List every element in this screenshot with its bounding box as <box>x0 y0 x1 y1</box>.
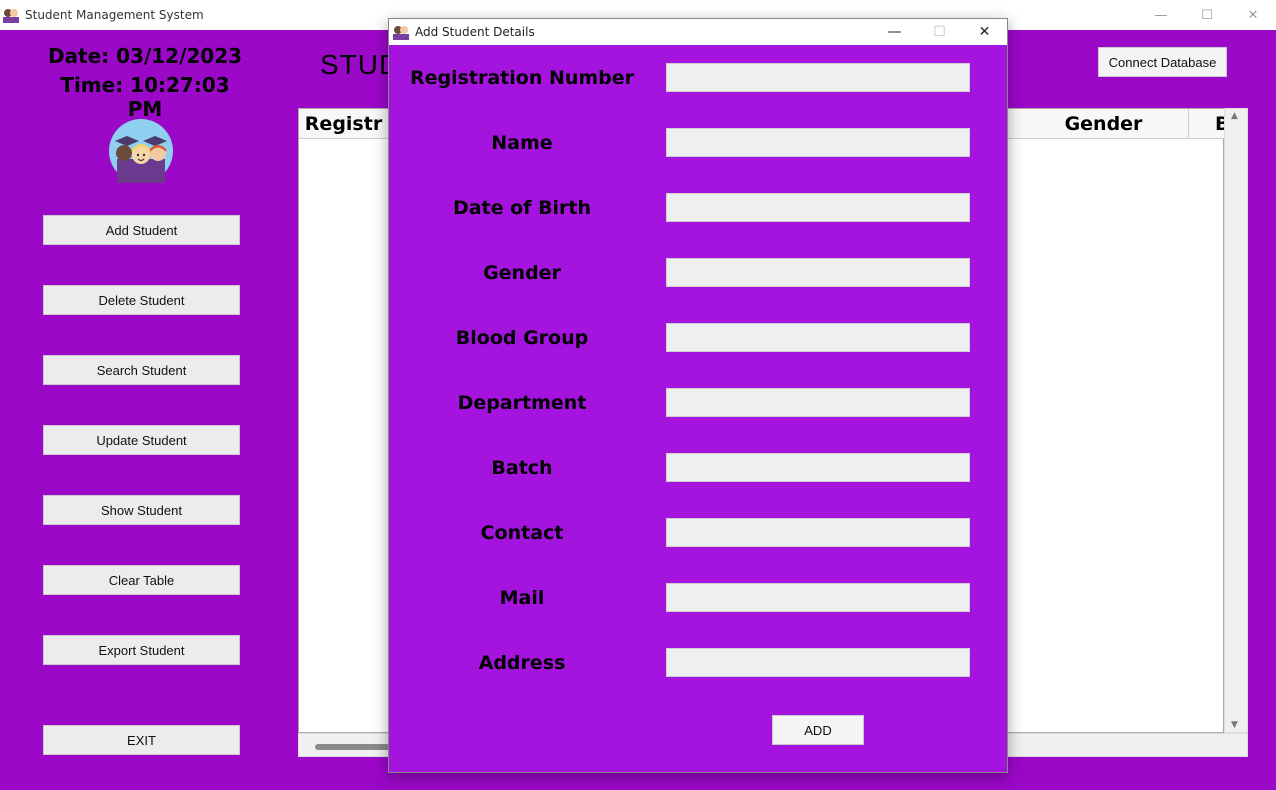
date-label: Date: 03/12/2023 <box>47 44 243 68</box>
export-student-button[interactable]: Export Student <box>43 635 240 665</box>
registration-number-field[interactable] <box>666 63 970 92</box>
column-header-gender[interactable]: Gender <box>1019 109 1189 139</box>
show-student-button[interactable]: Show Student <box>43 495 240 525</box>
address-label: Address <box>478 652 566 674</box>
date-of-birth-label: Date of Birth <box>452 197 592 219</box>
name-label: Name <box>491 132 553 154</box>
contact-label: Contact <box>480 522 564 544</box>
blood-group-field[interactable] <box>666 323 970 352</box>
gender-label: Gender <box>483 262 561 284</box>
gender-field[interactable] <box>666 258 970 287</box>
batch-label: Batch <box>491 457 553 479</box>
name-field[interactable] <box>666 128 970 157</box>
close-button[interactable]: ✕ <box>1230 0 1276 30</box>
date-of-birth-field[interactable] <box>666 193 970 222</box>
dialog-titlebar: Add Student Details — ☐ ✕ <box>389 19 1007 45</box>
maximize-button[interactable]: ☐ <box>1184 0 1230 30</box>
time-label: Time: 10:27:03 PM <box>60 73 230 121</box>
delete-student-button[interactable]: Delete Student <box>43 285 240 315</box>
department-field[interactable] <box>666 388 970 417</box>
dialog-maximize-button: ☐ <box>933 24 946 40</box>
students-app-icon <box>393 26 409 40</box>
address-field[interactable] <box>666 648 970 677</box>
students-avatar-icon <box>109 119 173 183</box>
dialog-window-controls: — ☐ ✕ <box>872 19 1007 45</box>
department-label: Department <box>457 392 587 414</box>
scroll-down-arrow-icon[interactable]: ▼ <box>1231 720 1238 730</box>
dialog-minimize-button[interactable]: — <box>872 19 917 45</box>
mail-field[interactable] <box>666 583 970 612</box>
window-title: Student Management System <box>25 8 204 22</box>
connect-database-button[interactable]: Connect Database <box>1098 47 1227 77</box>
search-student-button[interactable]: Search Student <box>43 355 240 385</box>
add-button[interactable]: ADD <box>772 715 864 745</box>
registration-number-label: Registration Number <box>409 67 635 89</box>
batch-field[interactable] <box>666 453 970 482</box>
vertical-scrollbar[interactable]: ▲ ▼ <box>1224 108 1248 733</box>
dialog-title: Add Student Details <box>415 25 535 39</box>
column-header-blood-group[interactable]: B <box>1189 109 1225 139</box>
add-student-button[interactable]: Add Student <box>43 215 240 245</box>
dialog-close-button[interactable]: ✕ <box>962 19 1007 45</box>
minimize-button[interactable]: — <box>1138 0 1184 30</box>
window-controls: — ☐ ✕ <box>1138 0 1276 30</box>
students-app-icon <box>3 9 19 23</box>
contact-field[interactable] <box>666 518 970 547</box>
scroll-up-arrow-icon[interactable]: ▲ <box>1231 111 1238 121</box>
update-student-button[interactable]: Update Student <box>43 425 240 455</box>
clear-table-button[interactable]: Clear Table <box>43 565 240 595</box>
column-header-registration[interactable]: Registr <box>299 109 389 139</box>
blood-group-label: Blood Group <box>455 327 589 349</box>
mail-label: Mail <box>499 587 545 609</box>
horizontal-scroll-thumb[interactable] <box>315 744 395 750</box>
exit-button[interactable]: EXIT <box>43 725 240 755</box>
add-student-dialog: Add Student Details — ☐ ✕ Registration N… <box>388 18 1008 773</box>
